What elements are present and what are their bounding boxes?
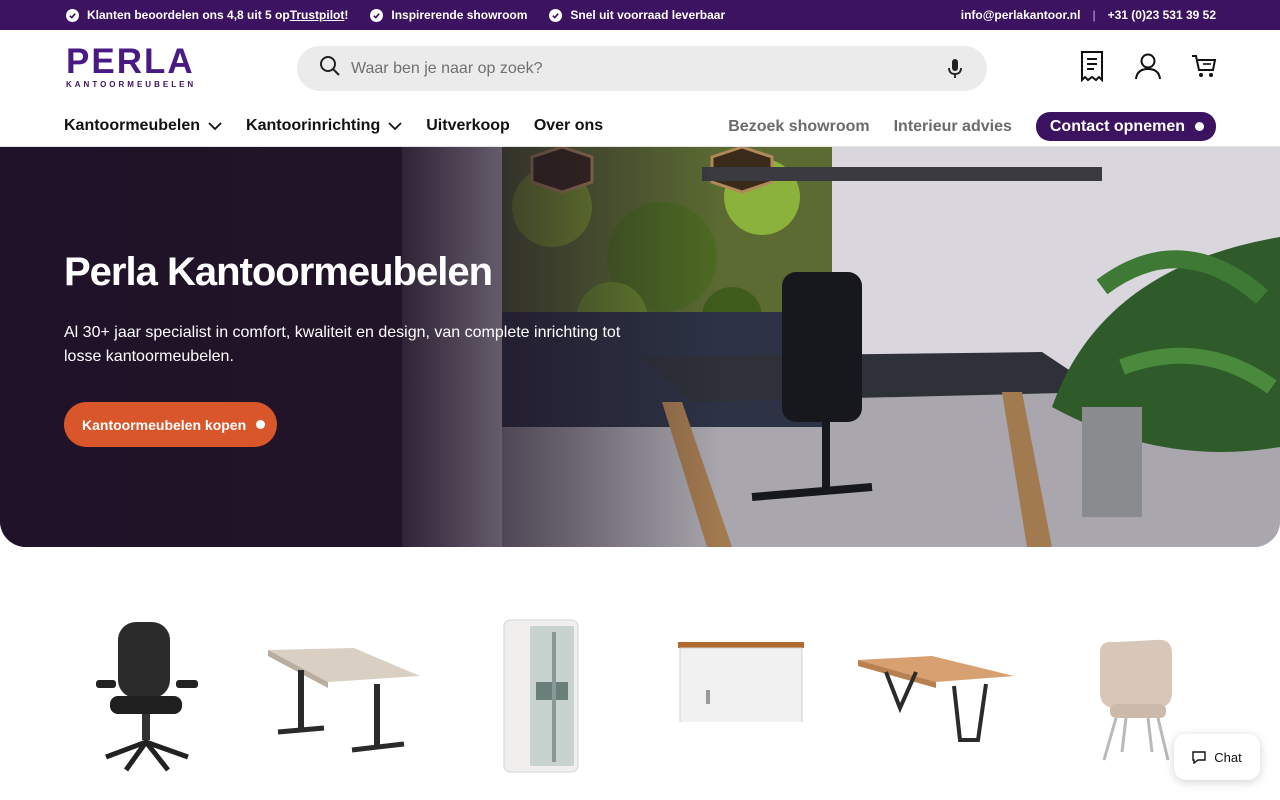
category-roller-cabinet-image[interactable]: [676, 612, 806, 722]
main-nav: Kantoormeubelen Kantoorinrichting Uitver…: [0, 106, 1280, 147]
trustpilot-link[interactable]: Trustpilot: [290, 8, 345, 22]
site-header: PERLA KANTOORMEUBELEN: [0, 30, 1280, 106]
usp-suffix: !: [344, 8, 349, 22]
category-sit-stand-desk-image[interactable]: [264, 612, 420, 762]
chat-label: Chat: [1214, 749, 1242, 765]
hero-title: Perla Kantoormeubelen: [64, 250, 493, 294]
logo[interactable]: PERLA KANTOORMEUBELEN: [66, 44, 216, 92]
logo-subtitle: KANTOORMEUBELEN: [66, 80, 197, 89]
shop-button[interactable]: Kantoormeubelen kopen: [64, 402, 278, 447]
separator: |: [1092, 8, 1096, 22]
dot-icon: [256, 420, 266, 429]
nav-item-over-ons[interactable]: Over ons: [534, 117, 603, 135]
chevron-down-icon: [208, 121, 222, 130]
search-input[interactable]: [351, 59, 911, 78]
category-meeting-table-image[interactable]: [856, 612, 1016, 752]
chat-icon: [1192, 750, 1206, 764]
search-bar[interactable]: [297, 46, 987, 91]
check-circle-icon: [370, 8, 384, 22]
category-office-chair-image[interactable]: [96, 612, 202, 772]
logo-word: PERLA: [66, 42, 195, 81]
category-lounge-chair-image[interactable]: [1086, 612, 1186, 762]
contact-button[interactable]: Contact opnemen: [1035, 112, 1216, 141]
usp-trustpilot: Klanten beoordelen ons 4,8 uit 5 op Trus…: [66, 8, 348, 22]
email-link[interactable]: info@perlakantoor.nl: [961, 8, 1081, 22]
usp-delivery: Snel uit voorraad leverbaar: [549, 8, 725, 22]
cart-icon[interactable]: [1190, 50, 1218, 82]
nav-label: Kantoormeubelen: [64, 117, 201, 134]
nav-link-interieur-advies[interactable]: Interieur advies: [894, 118, 1012, 136]
hero-text: Al 30+ jaar specialist in comfort, kwali…: [64, 324, 621, 365]
category-phone-booth-image[interactable]: [462, 612, 622, 782]
nav-item-kantoorinrichting[interactable]: Kantoorinrichting: [246, 117, 402, 135]
phone-link[interactable]: +31 (0)23 531 39 52: [1108, 8, 1216, 22]
announcement-bar: Klanten beoordelen ons 4,8 uit 5 op Trus…: [0, 0, 1280, 30]
chat-button[interactable]: Chat: [1174, 734, 1260, 780]
usp-text: Klanten beoordelen ons 4,8 uit 5 op: [87, 8, 290, 22]
usp-text: Inspirerende showroom: [391, 8, 528, 22]
nav-item-uitverkoop[interactable]: Uitverkoop: [426, 117, 510, 135]
category-carousel: [0, 600, 1280, 790]
nav-link-showroom[interactable]: Bezoek showroom: [728, 118, 869, 136]
usp-text: Snel uit voorraad leverbaar: [570, 8, 726, 22]
search-icon[interactable]: [319, 55, 341, 82]
contact-label: Contact opnemen: [1049, 117, 1185, 135]
usp-showroom: Inspirerende showroom: [370, 8, 527, 22]
shop-button-label: Kantoormeubelen kopen: [82, 416, 247, 433]
check-circle-icon: [66, 8, 79, 22]
receipt-icon[interactable]: [1078, 50, 1106, 82]
nav-label: Kantoorinrichting: [246, 117, 381, 134]
nav-item-kantoormeubelen[interactable]: Kantoormeubelen: [64, 117, 222, 135]
chevron-down-icon: [388, 121, 402, 130]
dot-icon: [1195, 122, 1204, 131]
account-icon[interactable]: [1134, 50, 1162, 82]
hero-banner: Perla Kantoormeubelen Al 30+ jaar specia…: [0, 147, 1280, 547]
microphone-icon[interactable]: [947, 58, 963, 85]
check-circle-icon: [549, 8, 563, 22]
